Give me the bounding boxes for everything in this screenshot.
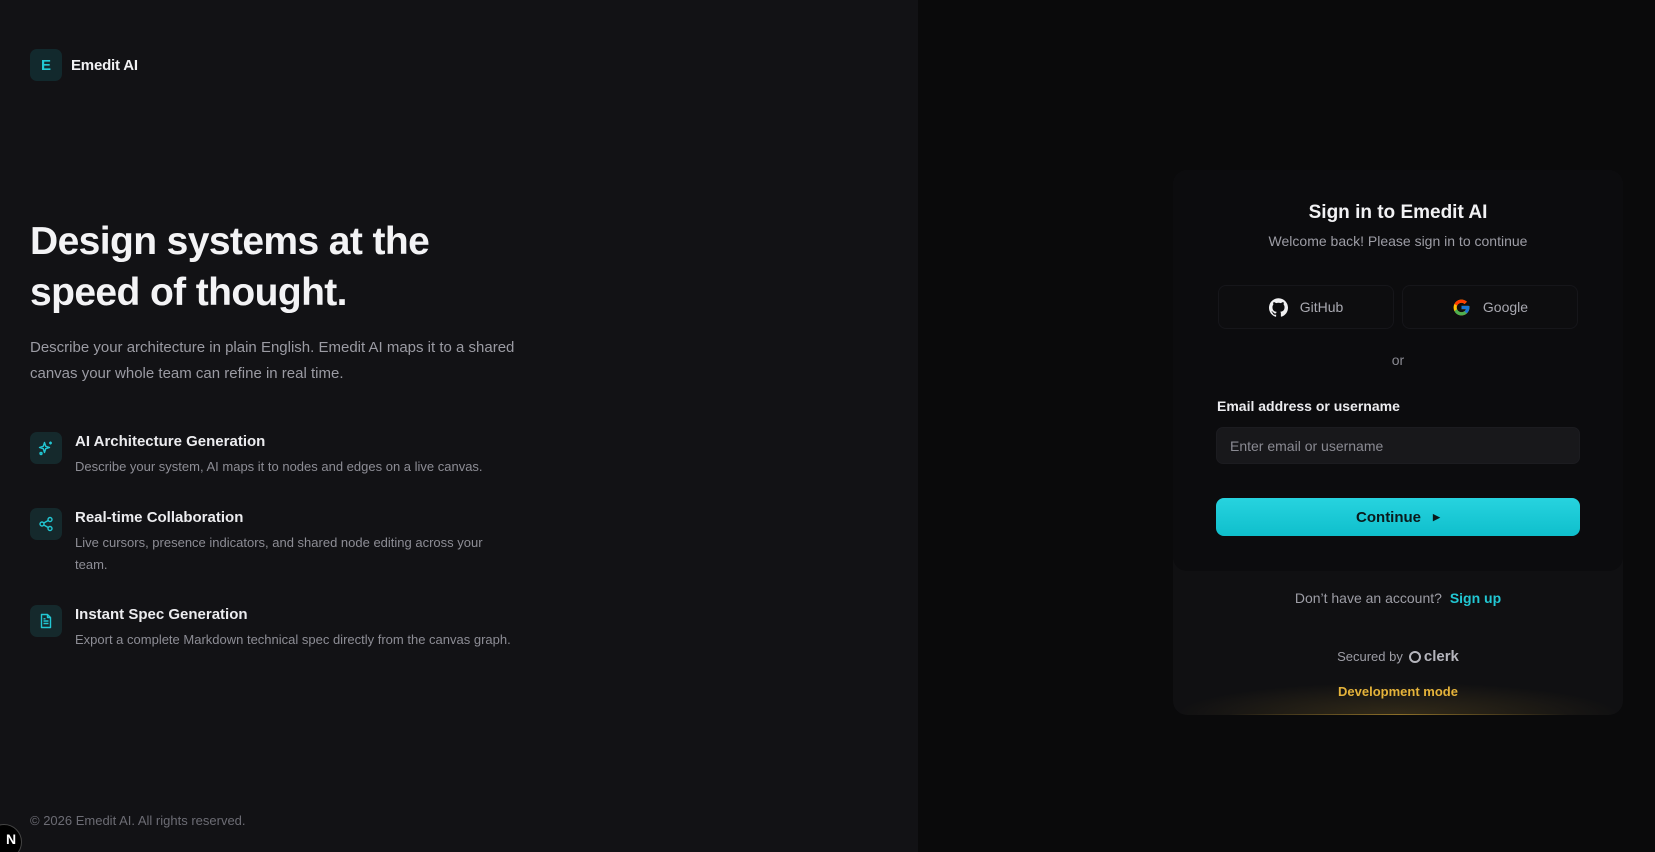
google-sign-in-button[interactable]: Google xyxy=(1402,285,1578,329)
sign-up-prompt-text: Don’t have an account? xyxy=(1294,590,1442,606)
feature-item-ai-architecture: AI Architecture Generation Describe your… xyxy=(30,432,520,478)
google-label: Google xyxy=(1482,299,1529,315)
hero-headline: Design systems at the speed of thought. xyxy=(30,216,550,318)
email-field-label: Email address or username xyxy=(1217,398,1400,414)
sign-in-title: Sign in to Emedit AI xyxy=(1308,202,1488,223)
development-mode-banner: Development mode xyxy=(1173,682,1623,715)
feature-item-collaboration: Real-time Collaboration Live cursors, pr… xyxy=(30,508,520,576)
feature-title: AI Architecture Generation xyxy=(75,433,266,450)
github-sign-in-button[interactable]: GitHub xyxy=(1218,285,1394,329)
secured-by-text: Secured by xyxy=(1337,649,1403,664)
clerk-icon xyxy=(1408,650,1421,663)
hero-headline-line-2: speed of thought. xyxy=(30,271,348,314)
clerk-logo[interactable]: clerk xyxy=(1408,648,1459,665)
secured-by: Secured by clerk xyxy=(1173,648,1623,665)
feature-title: Instant Spec Generation xyxy=(75,606,248,623)
sign-in-card: Sign in to Emedit AI Welcome back! Pleas… xyxy=(1173,170,1623,715)
sign-up-prompt: Don’t have an account? Sign up xyxy=(1173,590,1623,606)
email-field[interactable] xyxy=(1216,427,1580,464)
sign-in-form-panel: Sign in to Emedit AI Welcome back! Pleas… xyxy=(1173,170,1623,571)
sign-up-link[interactable]: Sign up xyxy=(1450,590,1501,606)
feature-description: Live cursors, presence indicators, and s… xyxy=(75,535,483,572)
sign-in-subtitle: Welcome back! Please sign in to continue xyxy=(1268,233,1528,249)
hero-description: Describe your architecture in plain Engl… xyxy=(30,339,515,382)
share-nodes-icon xyxy=(30,508,62,540)
feature-description: Describe your system, AI maps it to node… xyxy=(75,459,483,474)
feature-title: Real-time Collaboration xyxy=(75,509,244,526)
feature-item-spec-generation: Instant Spec Generation Export a complet… xyxy=(30,605,520,651)
brand-name: Emedit AI xyxy=(71,56,138,74)
play-arrow-icon: ▶ xyxy=(1433,511,1440,522)
github-icon xyxy=(1268,297,1288,317)
divider-or: or xyxy=(1391,352,1405,368)
copyright: © 2026 Emedit AI. All rights reserved. xyxy=(30,813,246,828)
clerk-label: clerk xyxy=(1423,648,1459,665)
sparkles-icon xyxy=(30,432,62,464)
feature-description: Export a complete Markdown technical spe… xyxy=(75,632,511,647)
document-icon xyxy=(30,605,62,637)
hero-headline-line-1: Design systems at the xyxy=(30,220,430,263)
brand-logo: E xyxy=(30,49,62,81)
nextjs-dev-badge[interactable]: N xyxy=(0,824,22,852)
continue-button[interactable]: Continue ▶ xyxy=(1216,498,1580,536)
github-label: GitHub xyxy=(1299,299,1344,315)
marketing-panel: E Emedit AI Design systems at the speed … xyxy=(0,0,918,852)
brand: E Emedit AI xyxy=(30,49,138,81)
continue-label: Continue xyxy=(1356,508,1422,526)
google-icon xyxy=(1453,299,1470,315)
